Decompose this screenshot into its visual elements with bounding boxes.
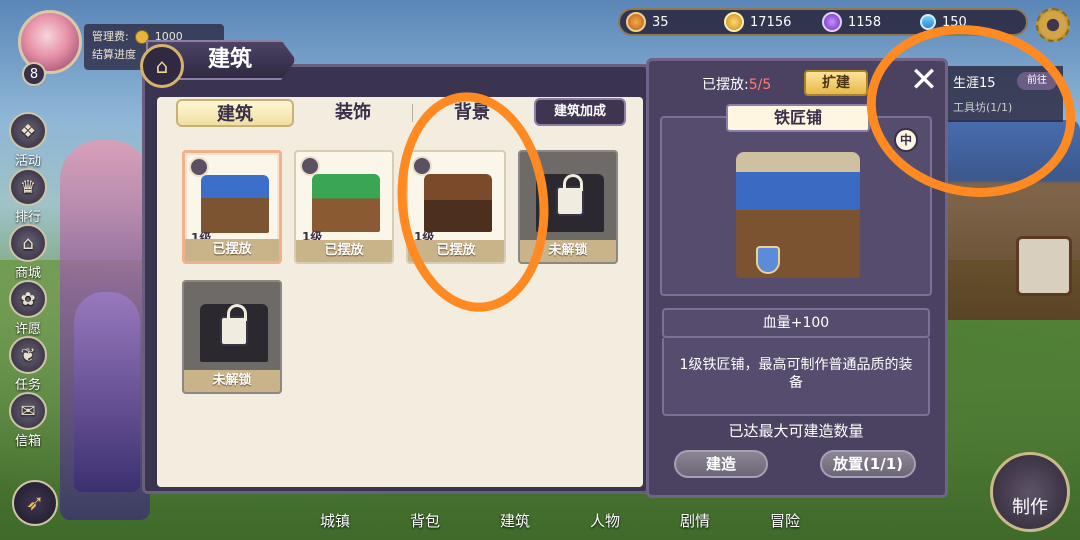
shop-icon: ⌂ — [9, 224, 47, 262]
wreath-icon: ❦ — [9, 336, 47, 374]
menu-item-activity[interactable]: ❖ 活动 — [6, 112, 50, 169]
building-card-locked[interactable]: 未解锁 — [182, 280, 282, 394]
nav-town[interactable]: 城镇 — [300, 488, 370, 540]
building-name: 铁匠铺 — [726, 104, 870, 132]
resource-gold[interactable]: 17156 — [724, 12, 812, 32]
building-temple-icon: ⌂ — [140, 44, 184, 88]
lock-icon — [556, 174, 584, 216]
compass-icon[interactable]: ➶ — [12, 480, 58, 526]
purple-gem-icon — [822, 12, 842, 32]
menu-item-ranking[interactable]: ♛ 排行 — [6, 168, 50, 225]
tab-building[interactable]: 建筑 — [176, 99, 294, 127]
menu-item-wish[interactable]: ✿ 许愿 — [6, 280, 50, 337]
flower-icon: ✿ — [9, 280, 47, 318]
nav-building[interactable]: 建筑 — [480, 488, 550, 540]
menu-label: 任务 — [14, 378, 41, 393]
fee-label: 管理费: — [92, 30, 129, 43]
menu-item-shop[interactable]: ⌂ 商城 — [6, 224, 50, 281]
resource-medal[interactable]: 35 — [626, 12, 714, 32]
menu-label: 许愿 — [14, 322, 41, 337]
stat-bonus: 血量+100 — [662, 308, 930, 338]
character-sprite-small — [74, 292, 140, 492]
gold-coin-icon — [724, 12, 744, 32]
placed-count: 已摆放:5/5 — [702, 74, 771, 94]
card-status: 已摆放 — [185, 239, 279, 261]
placed-value: 5/5 — [748, 77, 772, 93]
resource-value: 35 — [652, 14, 669, 30]
max-build-notice: 已达最大可建造数量 — [728, 422, 864, 440]
craft-button[interactable]: 制作 — [990, 452, 1070, 532]
gift-icon: ❖ — [9, 112, 47, 150]
flag-icon — [189, 157, 209, 177]
flag-icon — [300, 156, 320, 176]
resource-gem[interactable]: 1158 — [822, 12, 910, 32]
trophy-icon: ♛ — [9, 168, 47, 206]
expand-button[interactable]: 扩建 — [804, 70, 868, 96]
blacksmith-detail-image — [736, 152, 860, 278]
settings-gear-icon[interactable] — [1036, 8, 1070, 42]
blacksmith-building-image — [201, 175, 269, 233]
medal-icon — [626, 12, 646, 32]
menu-label: 商城 — [14, 266, 41, 281]
settle-label: 结算进度 — [92, 48, 136, 61]
resource-value: 17156 — [750, 14, 792, 30]
player-level-badge: 8 — [22, 62, 46, 86]
resource-value: 1158 — [848, 14, 882, 30]
shield-icon — [756, 246, 780, 274]
building-boost-button[interactable]: 建筑加成 — [534, 98, 626, 126]
building-card[interactable]: 1级 已摆放 — [294, 150, 394, 264]
building-panel — [142, 64, 650, 494]
menu-label: 排行 — [14, 210, 41, 225]
building-card[interactable]: 1级 已摆放 — [182, 150, 282, 264]
tab-decoration[interactable]: 装饰 — [294, 99, 412, 127]
card-status: 已摆放 — [296, 240, 392, 262]
menu-item-mail[interactable]: ✉ 信箱 — [6, 392, 50, 449]
left-menu: ❖ 活动 ♛ 排行 ⌂ 商城 ✿ 许愿 ❦ 任务 ✉ 信箱 — [6, 112, 50, 449]
placed-label: 已摆放: — [702, 77, 749, 93]
building-description: 1级铁匠铺，最高可制作普通品质的装备 — [662, 338, 930, 416]
build-button[interactable]: 建造 — [674, 450, 768, 478]
card-status: 未解锁 — [184, 370, 280, 392]
menu-label: 信箱 — [14, 434, 41, 449]
nav-character[interactable]: 人物 — [570, 488, 640, 540]
lock-icon — [220, 304, 248, 346]
anvil-sign — [1016, 236, 1072, 296]
green-building-image — [312, 174, 380, 232]
menu-item-task[interactable]: ❦ 任务 — [6, 336, 50, 393]
menu-label: 活动 — [14, 154, 41, 169]
envelope-icon: ✉ — [9, 392, 47, 430]
place-button[interactable]: 放置(1/1) — [820, 450, 916, 478]
nav-bag[interactable]: 背包 — [390, 488, 460, 540]
